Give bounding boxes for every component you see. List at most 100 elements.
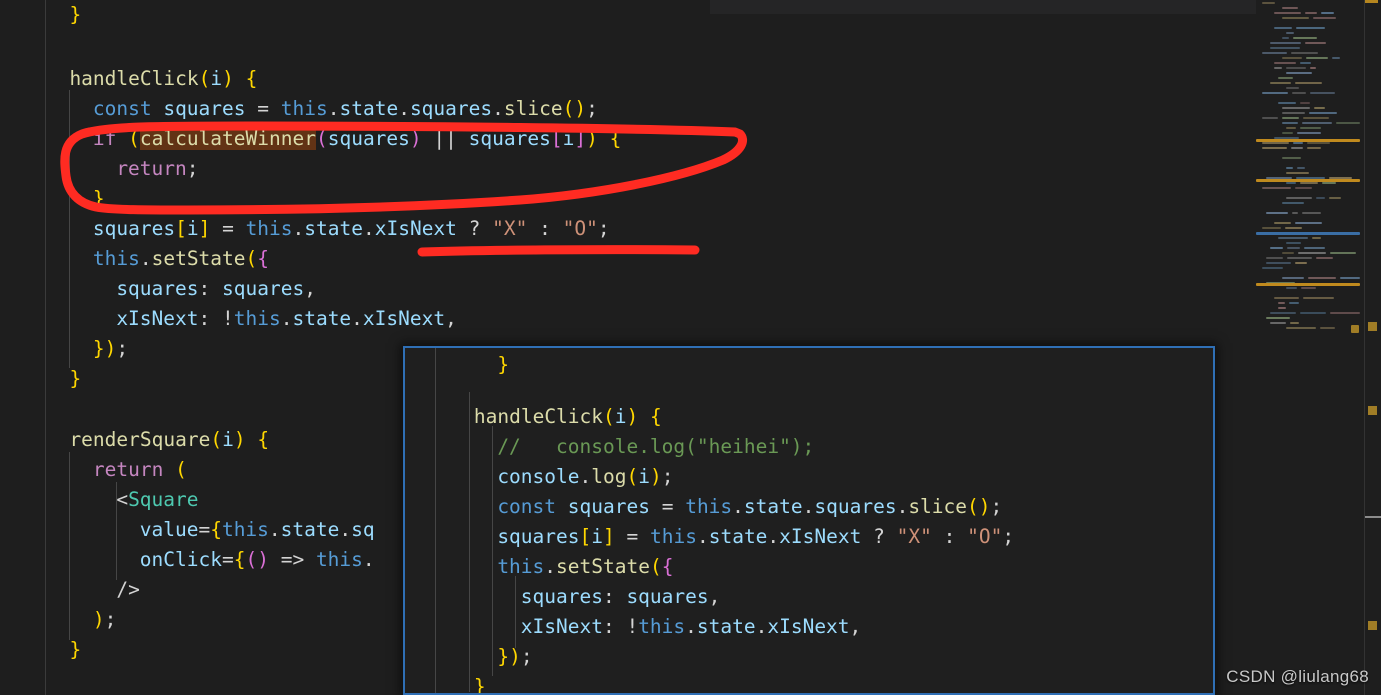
minimap-line xyxy=(1286,197,1312,199)
minimap-line xyxy=(1270,322,1286,324)
minimap-line xyxy=(1286,287,1297,289)
minimap-line xyxy=(1270,82,1291,84)
minimap-line xyxy=(1286,182,1296,184)
minimap-highlight-band xyxy=(1256,283,1360,286)
minimap-line xyxy=(1286,127,1296,129)
minimap-line xyxy=(1282,117,1299,119)
minimap-line xyxy=(1306,57,1328,59)
minimap-line xyxy=(1316,257,1333,259)
code-line: squares[i] = this.state.xIsNext ? "X" : … xyxy=(497,525,1015,548)
minimap-line xyxy=(1262,267,1283,269)
minimap-line xyxy=(1262,2,1275,4)
code-line: value={this.state.sq xyxy=(139,518,375,541)
minimap-line xyxy=(1282,7,1298,9)
minimap-line xyxy=(1321,12,1334,14)
minimap-line xyxy=(1307,147,1321,149)
minimap-line xyxy=(1300,102,1310,104)
minimap-line xyxy=(1262,227,1281,229)
minimap-line xyxy=(1304,247,1325,249)
minimap-line xyxy=(1303,117,1329,119)
minimap-line xyxy=(1270,312,1296,314)
minimap-line xyxy=(1282,122,1298,124)
minimap-line xyxy=(1293,142,1303,144)
minimap-line xyxy=(1282,17,1309,19)
code-line: xIsNext: !this.state.xIsNext, xyxy=(116,307,457,330)
minimap-line xyxy=(1286,72,1312,74)
minimap-line xyxy=(1320,327,1335,329)
minimap-line xyxy=(1322,182,1336,184)
minimap-line xyxy=(1282,112,1305,114)
overview-ruler-separator xyxy=(1365,516,1381,518)
minimap-line xyxy=(1286,32,1294,34)
minimap-line xyxy=(1278,77,1293,79)
minimap-line xyxy=(1285,227,1302,229)
code-line: return; xyxy=(116,157,199,180)
minimap-line xyxy=(1274,67,1282,69)
minimap-line xyxy=(1266,257,1283,259)
code-line: handleClick(i) { xyxy=(473,405,662,428)
overview-ruler-scrollbar[interactable] xyxy=(1364,0,1381,695)
minimap-line xyxy=(1262,142,1289,144)
minimap-line xyxy=(1300,62,1311,64)
editor-minimap[interactable] xyxy=(1256,0,1364,695)
minimap-line xyxy=(1278,237,1308,239)
minimap-line xyxy=(1262,52,1287,54)
minimap-line xyxy=(1286,242,1301,244)
minimap-line xyxy=(1282,277,1304,279)
minimap-line xyxy=(1290,322,1299,324)
minimap-line xyxy=(1314,107,1325,109)
minimap-line xyxy=(1329,197,1341,199)
minimap-line xyxy=(1336,122,1360,124)
minimap-line xyxy=(1296,27,1325,29)
minimap-line xyxy=(1291,147,1303,149)
code-line: console.log(i); xyxy=(497,465,674,488)
minimap-line xyxy=(1262,147,1287,149)
minimap-marker-square xyxy=(1351,325,1359,333)
minimap-line xyxy=(1287,247,1300,249)
indent-guide xyxy=(435,348,436,693)
inset-code-panel[interactable]: } handleClick(i) {// console.log("heihei"… xyxy=(403,346,1215,695)
minimap-highlight-band xyxy=(1256,139,1360,142)
minimap-line xyxy=(1282,37,1289,39)
code-line: /> xyxy=(116,578,140,601)
indent-guide xyxy=(69,90,70,368)
code-line: } xyxy=(69,3,82,26)
minimap-line xyxy=(1316,197,1325,199)
minimap-line xyxy=(1286,327,1316,329)
minimap-line xyxy=(1270,42,1301,44)
minimap-line xyxy=(1300,127,1321,129)
minimap-line xyxy=(1278,302,1285,304)
code-line: } xyxy=(497,353,510,376)
overview-ruler-marker[interactable] xyxy=(1368,406,1377,415)
minimap-line xyxy=(1340,277,1360,279)
minimap-line xyxy=(1309,112,1337,114)
minimap-line xyxy=(1282,157,1301,159)
inset-code-content[interactable]: } handleClick(i) {// console.log("heihei"… xyxy=(405,348,1213,695)
minimap-line xyxy=(1270,247,1283,249)
overview-ruler-marker[interactable] xyxy=(1368,621,1377,630)
minimap-line xyxy=(1298,252,1326,254)
minimap-line xyxy=(1303,297,1334,299)
minimap-line xyxy=(1289,302,1299,304)
minimap-line xyxy=(1308,277,1336,279)
code-line: } xyxy=(473,675,486,695)
minimap-line xyxy=(1292,212,1298,214)
minimap-line xyxy=(1307,142,1330,144)
code-line: squares: squares, xyxy=(116,277,316,300)
code-line: } xyxy=(92,187,105,210)
minimap-line xyxy=(1297,132,1321,134)
code-line: return ( xyxy=(92,458,187,481)
minimap-line xyxy=(1302,122,1332,124)
minimap-line xyxy=(1270,47,1300,49)
minimap-line xyxy=(1274,12,1301,14)
editor-gutter xyxy=(0,0,46,695)
minimap-line xyxy=(1310,92,1335,94)
minimap-line xyxy=(1274,62,1296,64)
minimap-line xyxy=(1278,102,1296,104)
overview-ruler-marker[interactable] xyxy=(1368,322,1377,331)
code-line: }); xyxy=(92,337,129,360)
minimap-line xyxy=(1266,262,1291,264)
code-line: ); xyxy=(92,608,117,631)
minimap-line xyxy=(1262,117,1278,119)
minimap-line xyxy=(1266,212,1288,214)
